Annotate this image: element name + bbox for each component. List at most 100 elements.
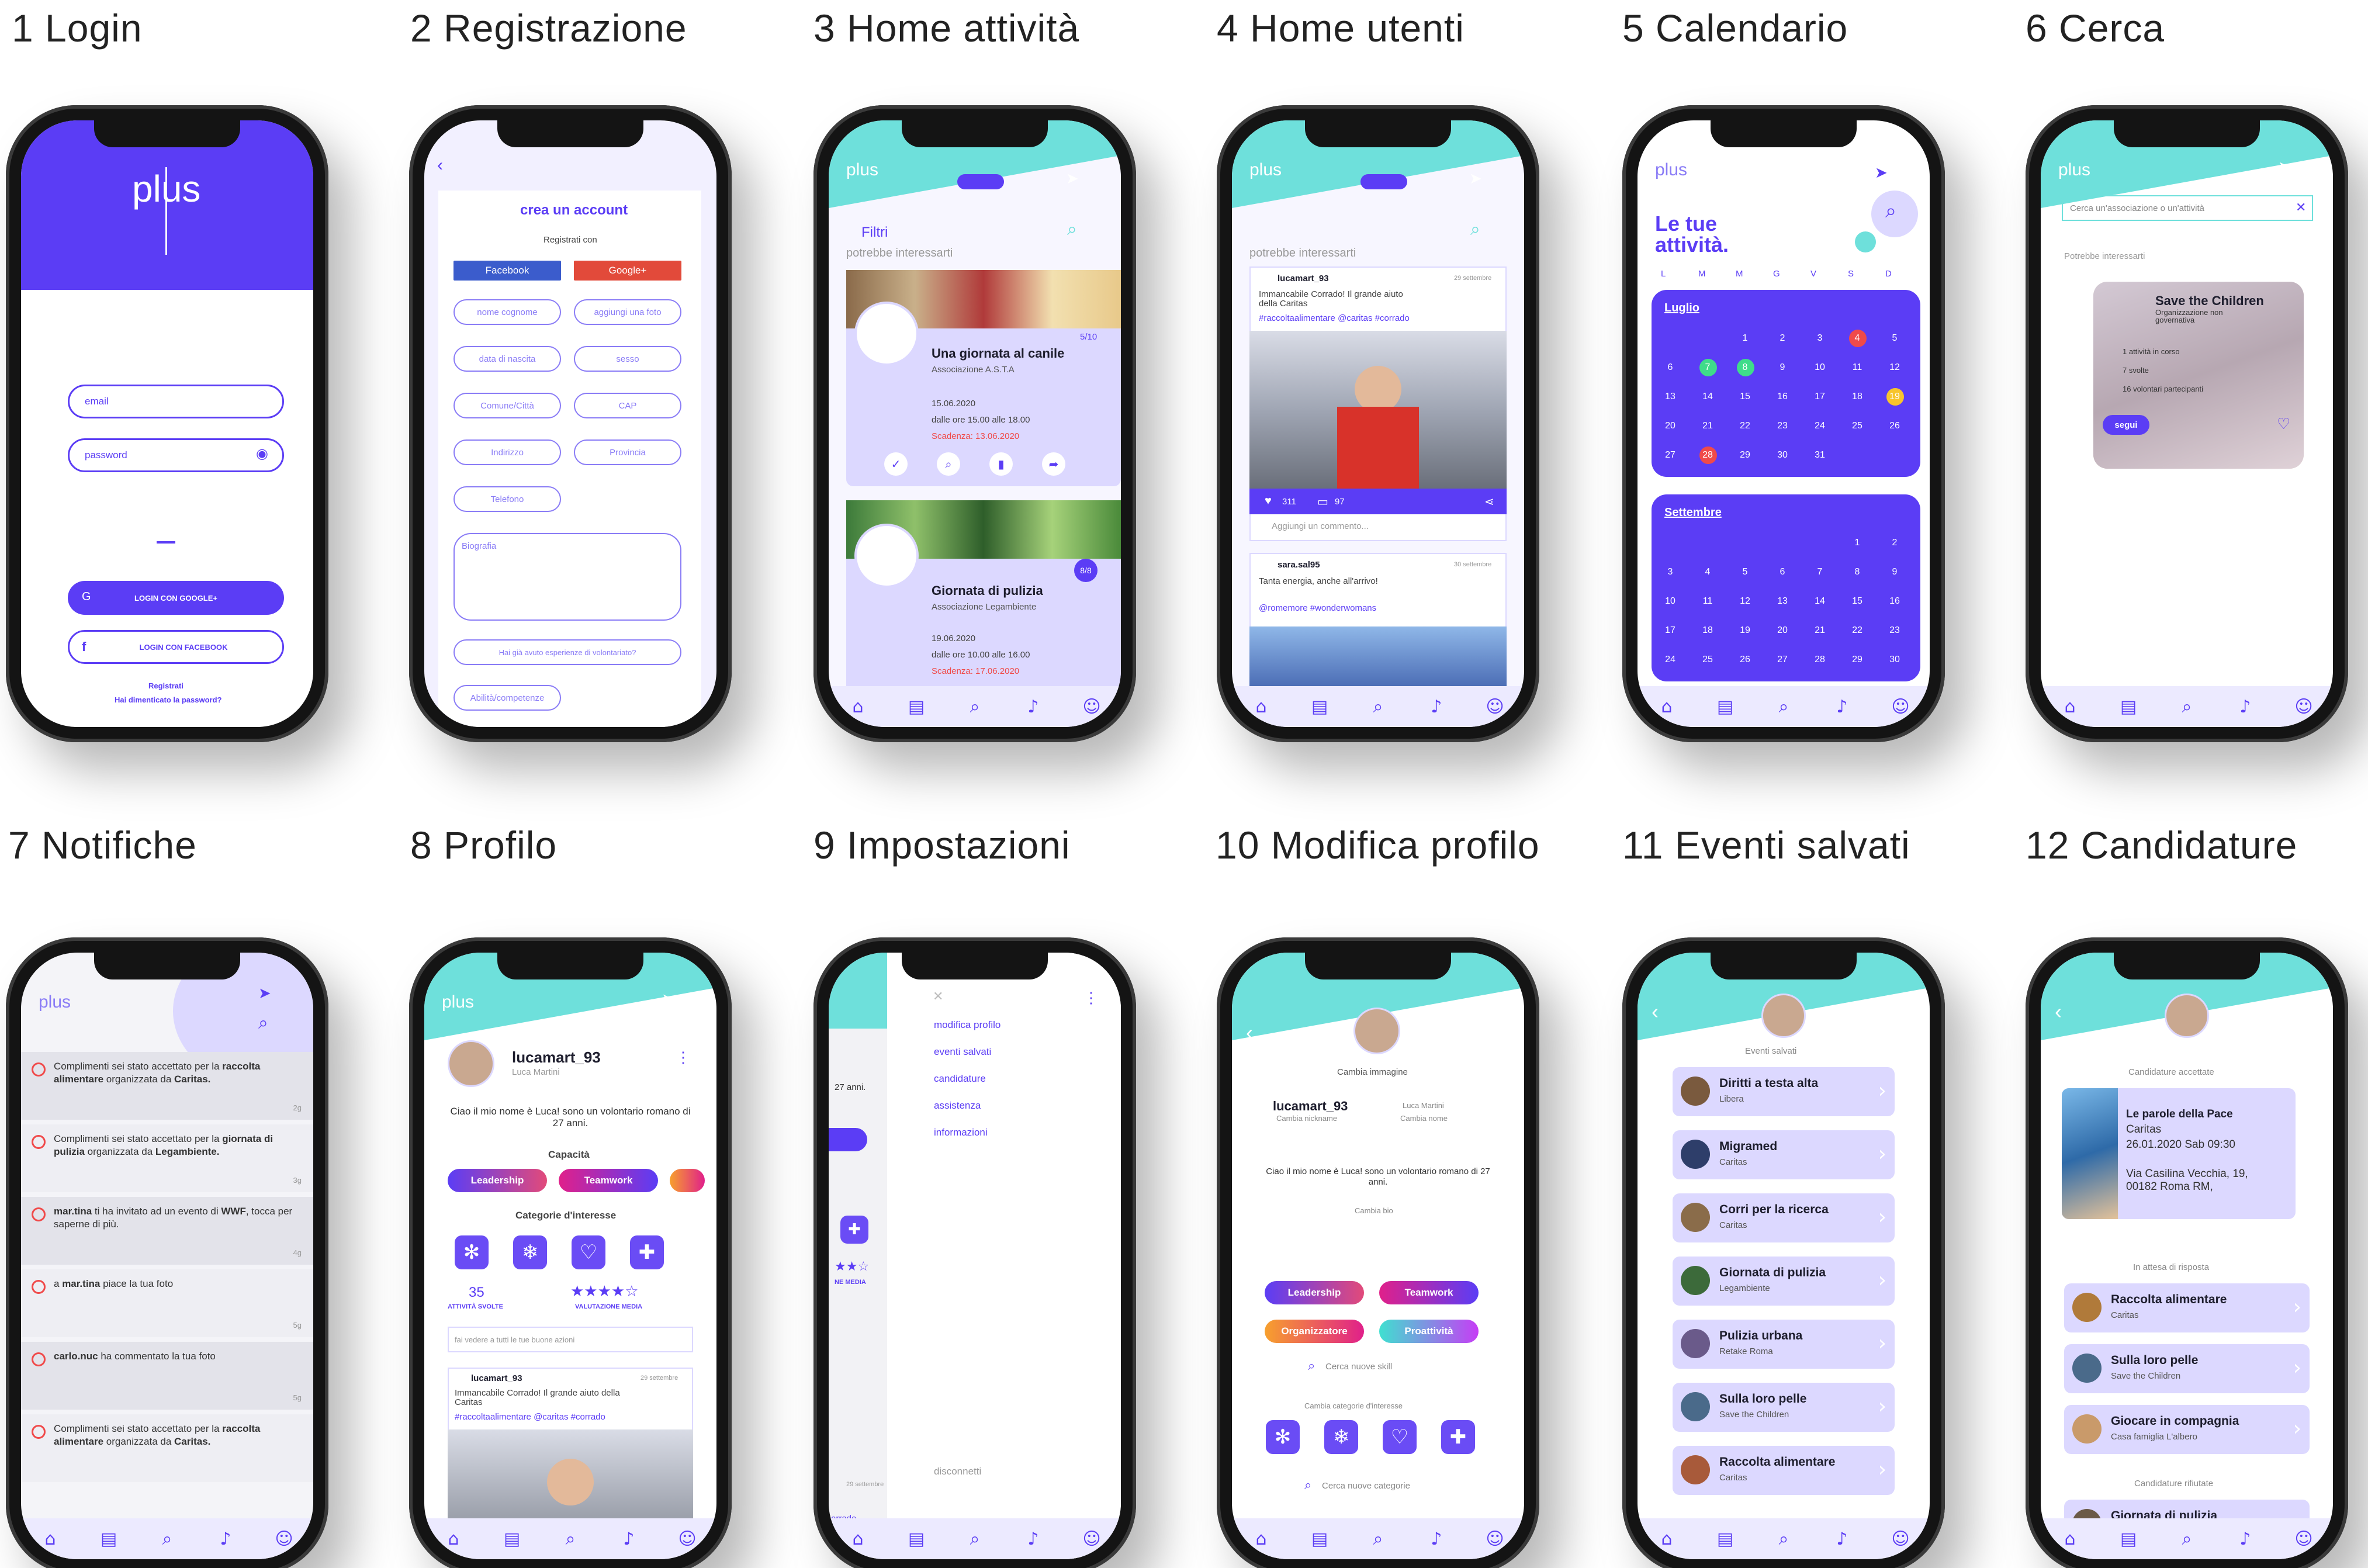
search-icon[interactable]: ⌕ [1470, 220, 1480, 240]
more-icon[interactable]: ⋮ [1083, 989, 1099, 1007]
chevron-right-icon[interactable]: › [1878, 1142, 1886, 1166]
chevron-right-icon[interactable]: › [2293, 1417, 2301, 1441]
skills-field[interactable]: Abilità/competenze [453, 685, 561, 711]
calendar-day[interactable]: 10 [1808, 362, 1832, 373]
calendar-day[interactable]: 25 [1846, 421, 1869, 431]
calendar-day[interactable]: 11 [1696, 596, 1719, 607]
calendar-day[interactable]: 12 [1733, 596, 1757, 607]
calendar-day[interactable]: 21 [1808, 625, 1832, 636]
show-password-icon[interactable]: ◉ [256, 445, 268, 462]
calendar-day[interactable]: 15 [1733, 392, 1757, 402]
address-field[interactable]: Indirizzo [453, 439, 561, 465]
search-icon[interactable]: ⌕ [2177, 697, 2197, 717]
calendar-day[interactable]: 19 [1883, 392, 1906, 402]
comment-input[interactable]: Aggiungi un commento... [1272, 521, 1369, 531]
birthdate-field[interactable]: data di nascita [453, 346, 561, 372]
bell-icon[interactable]: ♪ [1427, 1529, 1446, 1549]
back-icon[interactable]: ‹ [2055, 999, 2062, 1024]
calendar-day[interactable]: 24 [1659, 655, 1682, 665]
profile-icon[interactable]: ☺ [1082, 1529, 1102, 1549]
bell-icon[interactable]: ♪ [1023, 697, 1043, 717]
calendar-day[interactable]: 13 [1771, 596, 1794, 607]
calendar-day[interactable]: 31 [1808, 450, 1832, 461]
search-icon[interactable]: ⌕ [1368, 1529, 1388, 1549]
chevron-right-icon[interactable]: › [2293, 1295, 2301, 1319]
saved-event-item[interactable]: Giornata di pulizia Legambiente › [1673, 1257, 1895, 1306]
cap-field[interactable]: CAP [574, 393, 681, 418]
calendar-day[interactable]: 23 [1883, 625, 1906, 636]
calendar-day[interactable]: 27 [1659, 450, 1682, 461]
calendar-day[interactable]: 25 [1696, 655, 1719, 665]
calendar-day[interactable]: 27 [1771, 655, 1794, 665]
calendar-day[interactable]: 14 [1808, 596, 1832, 607]
profile-icon[interactable]: ☺ [1891, 697, 1910, 717]
calendar-day[interactable]: 3 [1659, 567, 1682, 577]
calendar-icon[interactable]: ▤ [1310, 697, 1330, 717]
calendar-icon[interactable]: ▤ [906, 1529, 926, 1549]
change-bio-link[interactable]: Cambia bio [1355, 1206, 1393, 1215]
chevron-right-icon[interactable]: › [1878, 1331, 1886, 1355]
calendar-day[interactable]: 20 [1659, 421, 1682, 431]
profile-icon[interactable]: ☺ [274, 1529, 294, 1549]
google-login-button[interactable]: LOGIN CON GOOGLE+ [68, 581, 284, 615]
saved-event-item[interactable]: Migramed Caritas › [1673, 1130, 1895, 1179]
menu-edit-profile[interactable]: modifica profilo [934, 1019, 1000, 1031]
back-icon[interactable]: ‹ [437, 155, 443, 175]
skill-leadership[interactable]: Leadership [1265, 1281, 1364, 1304]
saved-event-item[interactable]: Sulla loro pelle Save the Children › [1673, 1383, 1895, 1432]
bookmark-icon[interactable]: ▮ [989, 452, 1013, 476]
pending-item[interactable]: Raccolta alimentare Caritas › [2064, 1283, 2310, 1332]
pending-item[interactable]: Giocare in compagnia Casa famiglia L'albe… [2064, 1405, 2310, 1454]
calendar-day[interactable]: 18 [1696, 625, 1719, 636]
calendar-day[interactable]: 21 [1696, 421, 1719, 431]
register-link[interactable]: Registrati [148, 681, 184, 690]
bell-icon[interactable]: ♪ [1427, 697, 1446, 717]
calendar-day[interactable]: 17 [1808, 392, 1832, 402]
notification-item[interactable]: Complimenti sei stato accettato per la r… [21, 1414, 313, 1482]
calendar-day[interactable]: 1 [1846, 538, 1869, 548]
notification-item[interactable]: Complimenti sei stato accettato per la g… [21, 1124, 313, 1192]
calendar-day[interactable]: 22 [1846, 625, 1869, 636]
calendar-day[interactable]: 8 [1733, 362, 1757, 373]
change-nickname-link[interactable]: Cambia nickname [1276, 1114, 1337, 1123]
search-icon[interactable]: ⌕ [1885, 200, 1896, 223]
chevron-right-icon[interactable]: › [1878, 1268, 1886, 1292]
profile-icon[interactable]: ☺ [677, 1529, 697, 1549]
calendar-day[interactable]: 14 [1696, 392, 1719, 402]
experience-select[interactable]: Hai già avuto esperienze di volontariato… [453, 639, 681, 665]
bell-icon[interactable]: ♪ [2235, 1529, 2255, 1549]
calendar-day[interactable]: 18 [1846, 392, 1869, 402]
phone-field[interactable]: Telefono [453, 486, 561, 512]
send-icon[interactable]: ➤ [2278, 158, 2291, 176]
calendar-day[interactable]: 4 [1846, 333, 1869, 344]
bell-icon[interactable]: ♪ [2235, 697, 2255, 717]
facebook-button[interactable]: Facebook [453, 261, 561, 281]
calendar-day[interactable]: 13 [1659, 392, 1682, 402]
change-name-link[interactable]: Cambia nome [1400, 1114, 1448, 1123]
calendar-icon[interactable]: ▤ [1715, 697, 1735, 717]
saved-event-item[interactable]: Pulizia urbana Retake Roma › [1673, 1320, 1895, 1369]
pending-item[interactable]: Sulla loro pelle Save the Children › [2064, 1344, 2310, 1393]
search-icon[interactable]: ⌕ [157, 1529, 177, 1549]
profile-icon[interactable]: ☺ [2294, 1529, 2314, 1549]
calendar-day[interactable]: 24 [1808, 421, 1832, 431]
profile-icon[interactable]: ☺ [1485, 697, 1505, 717]
province-field[interactable]: Provincia [574, 439, 681, 465]
skill-proactivity[interactable]: Proattività [1379, 1320, 1479, 1343]
skill-teamwork[interactable]: Teamwork [559, 1169, 658, 1192]
calendar-day[interactable]: 11 [1846, 362, 1869, 373]
search-icon[interactable]: ⌕ [258, 1013, 268, 1033]
saved-event-item[interactable]: Raccolta alimentare Caritas › [1673, 1446, 1895, 1495]
puzzle-icon[interactable]: ✚ [1441, 1420, 1475, 1454]
search-icon[interactable]: ⌕ [1774, 697, 1794, 717]
calendar-day[interactable]: 9 [1883, 567, 1906, 577]
calendar-icon[interactable]: ▤ [502, 1529, 522, 1549]
calendar-day[interactable]: 30 [1883, 655, 1906, 665]
calendar-day[interactable]: 19 [1733, 625, 1757, 636]
bio-field[interactable]: Biografia [453, 533, 681, 621]
follow-button[interactable]: segui [2103, 415, 2149, 435]
calendar-day[interactable]: 6 [1659, 362, 1682, 373]
menu-assistance[interactable]: assistenza [934, 1100, 981, 1112]
bell-icon[interactable]: ♪ [619, 1529, 639, 1549]
chevron-right-icon[interactable]: › [1878, 1205, 1886, 1229]
